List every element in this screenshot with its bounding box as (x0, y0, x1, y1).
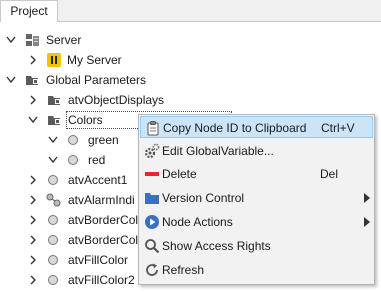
tab-project[interactable]: Project (0, 0, 58, 22)
chevron-right-icon[interactable] (28, 234, 38, 246)
tree-node-label: atvFillColor2 (68, 273, 135, 287)
variable-circle-icon (68, 155, 78, 165)
variable-circle-icon (48, 175, 58, 185)
my-server-icon (47, 53, 61, 67)
tree-node-label: atvAlarmIndi (68, 193, 135, 207)
tree-node-label: red (88, 153, 106, 167)
menu-item-label: Version Control (162, 191, 245, 205)
chevron-down-icon[interactable] (6, 74, 16, 86)
chevron-right-icon[interactable] (28, 214, 38, 226)
tree-node-label: Global Parameters (46, 73, 147, 87)
context-menu: Copy Node ID to Clipboard Ctrl+V Edit Gl… (138, 114, 375, 285)
tree-node-global-parameters[interactable]: Global Parameters (0, 70, 381, 90)
menu-item-version-control[interactable]: Version Control (140, 187, 373, 209)
menu-item-shortcut: Del (320, 167, 339, 181)
folder-icon (145, 193, 159, 204)
chevron-right-icon[interactable] (28, 174, 38, 186)
tree-node-label: atvFillColor (68, 253, 129, 267)
menu-item-label: Copy Node ID to Clipboard (163, 121, 307, 135)
menu-item-delete[interactable]: Delete Del (140, 163, 373, 185)
menu-item-label: Delete (162, 167, 197, 181)
panel-tab-bar: Project (0, 0, 381, 22)
refresh-icon (146, 263, 158, 276)
tree-node-atv-object-displays[interactable]: atvObjectDisplays (0, 90, 381, 110)
chevron-right-icon[interactable] (28, 194, 38, 206)
submenu-arrow-icon (364, 193, 370, 203)
tree-node-label: atvAccent1 (68, 173, 128, 187)
menu-item-label: Show Access Rights (162, 239, 271, 253)
link-nodes-icon (46, 193, 61, 207)
variable-circle-icon (68, 135, 78, 145)
chevron-right-icon[interactable] (28, 274, 38, 286)
gear-icon (144, 143, 160, 159)
tree-node-label: green (88, 133, 119, 147)
chevron-right-icon[interactable] (28, 54, 38, 66)
variable-circle-icon (48, 255, 58, 265)
delete-minus-icon (145, 172, 159, 176)
tree-node-label: atvObjectDisplays (68, 93, 165, 107)
tree-node-my-server[interactable]: My Server (0, 50, 381, 70)
chevron-down-icon[interactable] (28, 114, 38, 126)
menu-item-label: Refresh (162, 263, 205, 277)
magnifier-icon (145, 239, 160, 254)
menu-item-edit-global-variable[interactable]: Edit GlobalVariable... (140, 140, 373, 162)
chevron-right-icon[interactable] (28, 254, 38, 266)
menu-item-shortcut: Ctrl+V (321, 121, 355, 135)
menu-item-label: Node Actions (162, 215, 233, 229)
menu-item-copy-node-id[interactable]: Copy Node ID to Clipboard Ctrl+V (140, 116, 373, 138)
chevron-down-icon[interactable] (6, 34, 16, 46)
menu-item-label: Edit GlobalVariable... (162, 144, 274, 158)
server-icon (26, 34, 39, 46)
clipboard-icon (147, 121, 159, 136)
folder-icon (48, 116, 60, 125)
tree-node-label: atvBorderCol (68, 233, 139, 247)
chevron-right-icon[interactable] (28, 94, 38, 106)
play-circle-icon (145, 215, 159, 229)
menu-item-show-access-rights[interactable]: Show Access Rights (140, 235, 373, 257)
menu-item-refresh[interactable]: Refresh (140, 259, 373, 281)
variable-circle-icon (48, 215, 58, 225)
chevron-down-icon[interactable] (48, 154, 58, 166)
tree-node-label: atvBorderCol (68, 213, 139, 227)
folder-icon (48, 96, 60, 105)
tree-node-label: My Server (67, 53, 122, 67)
folder-icon (26, 76, 38, 85)
submenu-arrow-icon (364, 217, 370, 227)
chevron-down-icon[interactable] (48, 134, 58, 146)
variable-circle-icon (48, 275, 58, 285)
variable-circle-icon (48, 235, 58, 245)
menu-item-node-actions[interactable]: Node Actions (140, 211, 373, 233)
tree-node-server[interactable]: Server (0, 30, 381, 50)
tree-node-label: Server (46, 33, 82, 47)
